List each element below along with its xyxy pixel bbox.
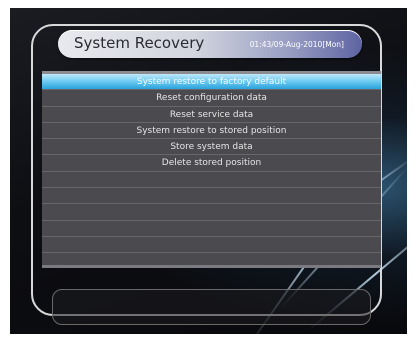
menu-item-factory-default[interactable]: System restore to factory default [42,74,381,91]
menu-item-delete-stored[interactable]: Delete stored position [42,155,381,172]
menu-item-label: System restore to factory default [136,77,287,87]
info-panel [52,289,371,325]
menu-empty-row [42,253,381,269]
menu-empty-row [42,237,381,254]
page-title: System Recovery [74,34,205,52]
menu-item-label: Reset configuration data [156,93,267,104]
menu-item-label: System restore to stored position [136,125,287,136]
datetime: 01:43/09-Aug-2010[Mon] [249,40,344,49]
menu-item-reset-configuration[interactable]: Reset configuration data [42,90,381,107]
menu-item-label: Reset service data [169,109,254,120]
title-bar: System Recovery 01:43/09-Aug-2010[Mon] [58,30,362,58]
menu-empty-row [42,204,381,221]
menu-item-reset-service[interactable]: Reset service data [42,107,381,123]
menu-empty-row [42,172,381,189]
menu-item-label: Store system data [170,142,253,153]
menu-item-label: Delete stored position [161,158,262,169]
menu-empty-row [42,188,381,205]
menu-item-store-system[interactable]: Store system data [42,139,381,156]
recovery-menu: System restore to factory default Reset … [42,71,381,268]
menu-empty-row [42,221,381,237]
menu-item-restore-stored[interactable]: System restore to stored position [42,123,381,140]
